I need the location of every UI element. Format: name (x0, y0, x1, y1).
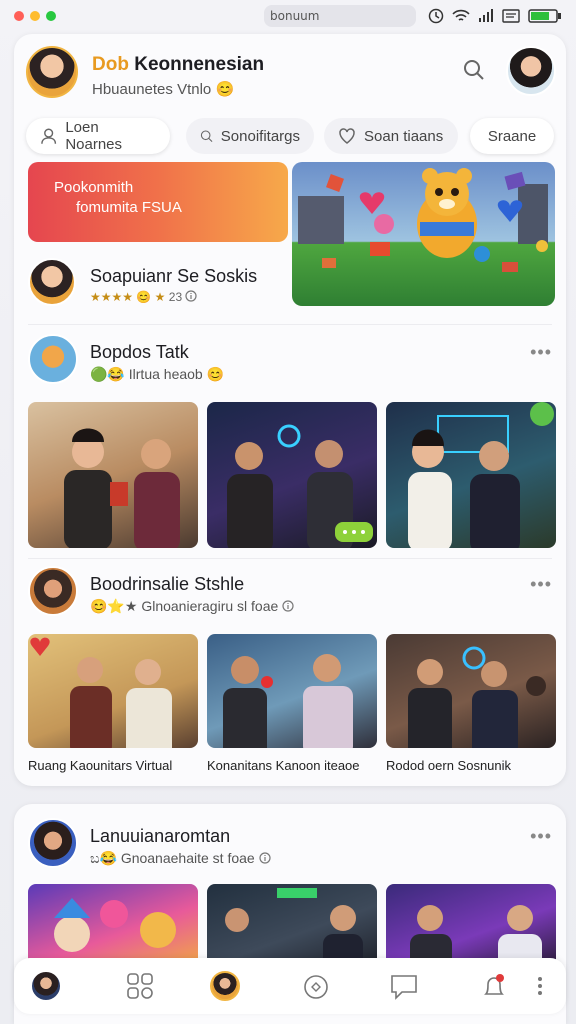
close-dot[interactable] (14, 11, 24, 21)
bottom-nav (14, 958, 566, 1014)
chat-icon[interactable] (388, 970, 420, 1002)
more-options-button[interactable]: ••• (530, 826, 552, 847)
profile-name: Dob Keonnenesian (92, 54, 264, 76)
photo-caption: Konanitans Kanoon iteaoe (207, 758, 360, 773)
rating-stars: ★★★★ (90, 290, 134, 304)
user-icon (41, 128, 57, 144)
info-icon[interactable] (258, 852, 271, 864)
divider (28, 324, 552, 325)
message-icon (502, 9, 520, 23)
post-photo[interactable] (386, 634, 556, 748)
wifi-icon (452, 9, 470, 21)
filter-pill[interactable]: Sonoifitargs (186, 118, 314, 154)
photo-caption: Ruang Kaounitars Virtual (28, 758, 173, 773)
post-title: Lanuuianaromtan (90, 826, 231, 846)
promo-banner[interactable]: Pookonmith fomumita FSUA (28, 162, 288, 242)
avatar[interactable] (28, 258, 76, 306)
reaction-icons: 🟢😂 (90, 366, 125, 382)
post-photo[interactable] (28, 402, 198, 548)
smile-emoji: 😊 (206, 366, 225, 382)
featured-card[interactable]: Soapuianr Se Soskis ★★★★ 😊 ★ 23 (28, 246, 288, 316)
info-icon[interactable] (282, 600, 294, 612)
post-subtitle: 🟢😂 Ilrtua heaob 😊 (90, 366, 224, 383)
rating-count: 23 (168, 290, 183, 304)
filter-label: Sonoifitargs (220, 127, 300, 145)
name-prefix: Dob (92, 54, 129, 75)
subtitle-text: Hbuaunetes Vtnlo (92, 81, 212, 98)
post-title: Boodrinsalie Stshle (90, 574, 245, 594)
reaction-icons: ಬ😂 (90, 850, 117, 866)
filter-pill[interactable]: Loen Noarnes (26, 118, 170, 154)
avatar[interactable] (28, 818, 78, 868)
filter-bar: Loen Noarnes Sonoifitargs Soan tiaans Sr… (26, 118, 556, 154)
clock-icon (428, 8, 444, 24)
notifications-icon[interactable] (478, 970, 510, 1002)
system-icons (428, 6, 562, 26)
nav-profile-avatar[interactable] (30, 970, 62, 1002)
game-banner-image[interactable] (292, 162, 555, 306)
post-subtitle: ಬ😂 Gnoanaehaite st foae (90, 850, 271, 867)
my-avatar[interactable] (506, 46, 556, 96)
feed-panel: Dob Keonnenesian Hbuaunetes Vtnlo 😊 Loen… (14, 34, 566, 786)
banner-line: fomumita FSUA (76, 199, 182, 216)
profile-header: Dob Keonnenesian Hbuaunetes Vtnlo 😊 (26, 44, 556, 104)
nav-avatar-center[interactable] (210, 971, 240, 1001)
filter-label: Soan tiaans (364, 127, 444, 145)
subtitle-text: Gnoanaehaite st foae (120, 850, 255, 866)
photo-caption: Rodod oern Sosnunik (386, 758, 512, 773)
people-illustration (408, 402, 554, 548)
smile-emoji: 😊 (215, 81, 235, 98)
banner-line: Pookonmith (54, 179, 134, 196)
people-illustration (408, 646, 546, 748)
home-icon[interactable] (300, 970, 332, 1002)
filter-pill[interactable]: Sraane (470, 118, 554, 154)
star-icon: ★ (154, 290, 166, 304)
rating-emoji: 😊 (136, 290, 152, 304)
battery-icon (528, 9, 561, 23)
name-text: Keonnenesian (134, 54, 265, 75)
signal-icon (479, 9, 493, 22)
avatar[interactable] (26, 46, 78, 98)
more-options-button[interactable]: ••• (530, 574, 552, 595)
post-card: Boodrinsalie Stshle 😊⭐★ Glnoanieragiru s… (28, 566, 556, 776)
search-icon (200, 130, 213, 143)
address-bar[interactable]: bonuum (264, 5, 416, 27)
divider (28, 558, 552, 559)
game-scene (292, 162, 555, 306)
window-controls[interactable] (14, 11, 56, 21)
info-icon[interactable] (185, 290, 198, 302)
groups-icon[interactable] (124, 970, 156, 1002)
post-photo[interactable] (28, 634, 198, 748)
post-subtitle: 😊⭐★ Glnoanieragiru sl foae (90, 598, 294, 615)
post-title: Bopdos Tatk (90, 342, 189, 362)
filter-label: Sraane (487, 127, 537, 145)
people-illustration (223, 654, 353, 748)
people-illustration (64, 428, 180, 548)
subtitle-text: Ilrtua heaob (128, 366, 203, 382)
more-options-button[interactable]: ••• (530, 342, 552, 363)
profile-subtitle: Hbuaunetes Vtnlo 😊 (92, 80, 234, 98)
reaction-icons: 😊⭐★ (90, 598, 138, 614)
filter-pill[interactable]: Soan tiaans (324, 118, 458, 154)
subtitle-text: Glnoanieragiru sl foae (141, 598, 279, 614)
people-illustration (227, 424, 373, 548)
minimize-dot[interactable] (30, 11, 40, 21)
avatar[interactable] (28, 566, 78, 616)
post-photo[interactable] (207, 402, 377, 548)
card-title: Soapuianr Se Soskis (90, 266, 258, 286)
search-icon[interactable] (462, 58, 486, 82)
people-illustration (30, 637, 172, 748)
filter-label: Loen Noarnes (65, 119, 123, 153)
avatar[interactable] (28, 334, 78, 384)
heart-icon (339, 128, 355, 144)
more-vertical-icon[interactable] (530, 970, 550, 1002)
post-card: Bopdos Tatk 🟢😂 Ilrtua heaob 😊 ••• (28, 334, 556, 554)
card-rating: ★★★★ 😊 ★ 23 (90, 290, 198, 304)
maximize-dot[interactable] (46, 11, 56, 21)
post-photo[interactable] (207, 634, 377, 748)
post-photo[interactable] (386, 402, 556, 548)
